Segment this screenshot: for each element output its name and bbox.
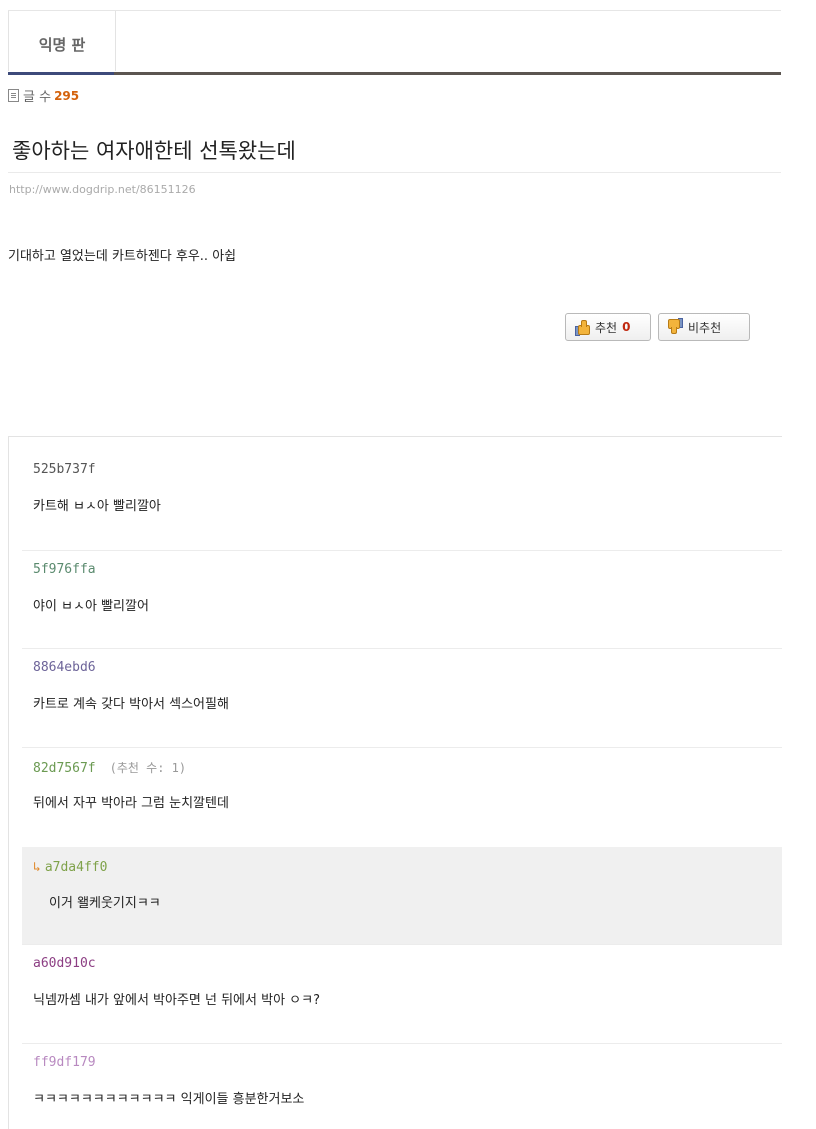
comment-divider bbox=[22, 747, 782, 748]
thumbs-up-icon bbox=[575, 320, 590, 336]
reply-author-row: ↳ a7da4ff0 bbox=[33, 860, 107, 875]
comment-divider bbox=[22, 550, 782, 551]
tab-underline bbox=[8, 72, 781, 75]
comment-text: 카트해 ㅂㅅ아 빨리깔아 bbox=[33, 499, 161, 514]
thumbs-down-icon bbox=[668, 318, 683, 334]
comment-author: ff9df179 bbox=[33, 1055, 96, 1070]
comment-divider bbox=[22, 1043, 782, 1044]
comment-author: a60d910c bbox=[33, 956, 96, 971]
comment-list: 525b737f 카트해 ㅂㅅ아 빨리깔아 5f976ffa 야이 ㅂㅅ아 빨리… bbox=[8, 436, 782, 1129]
tab-anonymous-board[interactable]: 익명 판 bbox=[8, 11, 116, 71]
comment-vote-count: (추천 수: 1) bbox=[109, 761, 187, 775]
recommend-button[interactable]: 추천 0 bbox=[565, 313, 651, 341]
board-top-border bbox=[8, 10, 781, 11]
unrecommend-button[interactable]: 비추천 bbox=[658, 313, 750, 341]
comment-divider bbox=[22, 648, 782, 649]
tab-label: 익명 판 bbox=[38, 36, 86, 54]
comment-text: 이거 왤케웃기지ㅋㅋ bbox=[49, 896, 161, 911]
tab-active-indicator bbox=[8, 72, 114, 75]
document-icon bbox=[8, 89, 19, 102]
recommend-label: 추천 bbox=[595, 320, 618, 335]
comment-text: ㅋㅋㅋㅋㅋㅋㅋㅋㅋㅋㅋㅋ 익게이들 흥분한거보소 bbox=[33, 1092, 305, 1107]
comment-text: 카트로 계속 갖다 박아서 섹스어필해 bbox=[33, 697, 229, 712]
post-count: 글 수 295 bbox=[8, 86, 79, 105]
recommend-count: 0 bbox=[622, 320, 631, 334]
comment-author: 5f976ffa bbox=[33, 562, 96, 577]
comment-author: 82d7567f bbox=[33, 761, 96, 776]
comment-author: 8864ebd6 bbox=[33, 660, 96, 675]
post-body: 기대하고 열었는데 카트하젠다 후우.. 아쉽 bbox=[8, 249, 237, 264]
comment-text: 닉넴까셈 내가 앞에서 박아주면 넌 뒤에서 박아 ㅇㅋ? bbox=[33, 993, 320, 1008]
post-count-value: 295 bbox=[54, 88, 80, 103]
reply-arrow-icon: ↳ bbox=[33, 860, 41, 875]
title-divider bbox=[8, 172, 781, 173]
comment-author: 525b737f bbox=[33, 462, 96, 477]
post-url-link[interactable]: http://www.dogdrip.net/86151126 bbox=[9, 183, 196, 196]
unrecommend-label: 비추천 bbox=[688, 320, 722, 335]
comment-author-row: 82d7567f (추천 수: 1) bbox=[33, 759, 186, 776]
comment-divider bbox=[22, 944, 782, 945]
comment-text: 야이 ㅂㅅ아 빨리깔어 bbox=[33, 599, 149, 614]
comment-author: a7da4ff0 bbox=[44, 860, 108, 875]
post-title: 좋아하는 여자애한테 선톡왔는데 bbox=[12, 139, 296, 163]
post-count-label: 글 수 bbox=[23, 90, 52, 105]
comment-text: 뒤에서 자꾸 박아라 그럼 눈치깔텐데 bbox=[33, 796, 229, 811]
